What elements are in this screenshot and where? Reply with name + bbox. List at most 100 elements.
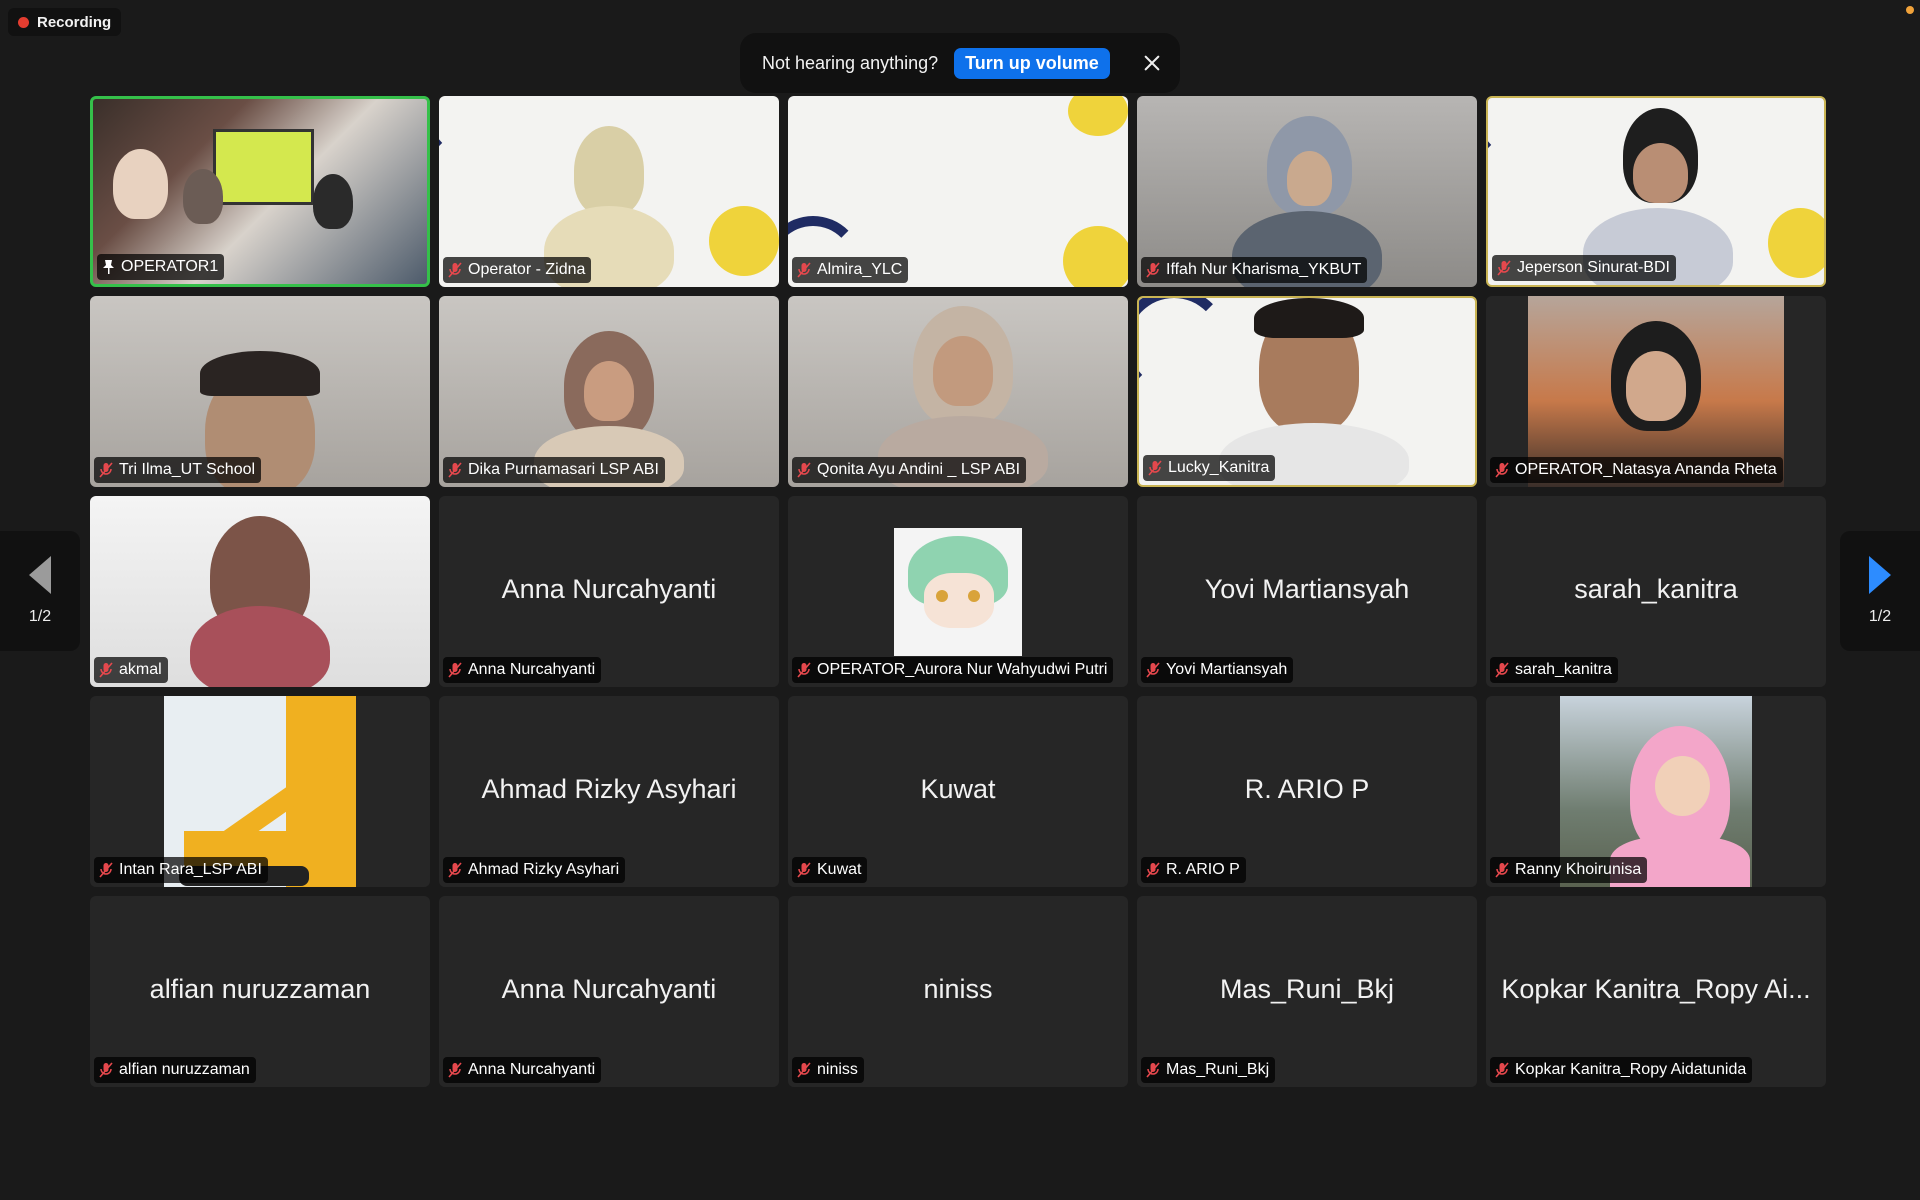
muted-mic-icon <box>99 862 113 878</box>
muted-mic-icon <box>448 462 462 478</box>
muted-mic-icon <box>797 1062 811 1078</box>
participant-display-name: Mas_Runi_Bkj <box>1219 974 1395 1004</box>
participant-nametag: Jeperson Sinurat-BDI <box>1492 255 1676 281</box>
participant-tile[interactable]: Dika Purnamasari LSP ABI <box>439 296 779 487</box>
muted-mic-icon <box>99 462 113 478</box>
muted-mic-icon <box>99 662 113 678</box>
participant-name: akmal <box>119 661 162 678</box>
participant-tile[interactable]: sarah_kanitra sarah_kanitra <box>1486 496 1826 687</box>
participant-tile[interactable]: R. ARIO P R. ARIO P <box>1137 696 1477 887</box>
participant-tile[interactable]: Yovi Martiansyah Yovi Martiansyah <box>1137 496 1477 687</box>
participant-nametag: Mas_Runi_Bkj <box>1141 1057 1276 1083</box>
muted-mic-icon <box>797 462 811 478</box>
participant-tile[interactable]: niniss niniss <box>788 896 1128 1087</box>
participant-nametag: niniss <box>792 1057 864 1083</box>
participant-tile[interactable]: Kuwat Kuwat <box>788 696 1128 887</box>
participant-name: Jeperson Sinurat-BDI <box>1517 259 1670 276</box>
participant-name: OPERATOR_Natasya Ananda Rheta <box>1515 461 1777 478</box>
participant-nametag: OPERATOR_Natasya Ananda Rheta <box>1490 457 1783 483</box>
participant-name: OPERATOR1 <box>121 258 219 275</box>
participant-nametag: Ahmad Rizky Asyhari <box>443 857 626 883</box>
participant-name: Yovi Martiansyah <box>1166 661 1288 678</box>
participant-tile[interactable]: OPERATOR1 <box>90 96 430 287</box>
participant-name: OPERATOR_Aurora Nur Wahyudwi Putri <box>817 661 1108 678</box>
participant-tile[interactable]: Iffah Nur Kharisma_YKBUT <box>1137 96 1477 287</box>
participant-tile[interactable]: Kopkar Kanitra_Ropy Ai... Kopkar Kanitra… <box>1486 896 1826 1087</box>
participant-name: Qonita Ayu Andini _ LSP ABI <box>817 461 1021 478</box>
participant-nametag: Iffah Nur Kharisma_YKBUT <box>1141 257 1368 283</box>
profile-picture <box>894 528 1022 656</box>
podcast-screen <box>213 129 314 205</box>
participant-name: alfian nuruzzaman <box>119 1061 250 1078</box>
background-decoration <box>1488 98 1578 168</box>
participant-tile[interactable]: Mas_Runi_Bkj Mas_Runi_Bkj <box>1137 896 1477 1087</box>
participant-name: R. ARIO P <box>1166 861 1240 878</box>
participant-tile[interactable]: Operator - Zidna <box>439 96 779 287</box>
participant-name: Almira_YLC <box>817 261 903 278</box>
participant-name: Operator - Zidna <box>468 261 586 278</box>
participant-video <box>933 336 993 406</box>
muted-mic-icon <box>448 662 462 678</box>
participant-nametag: Ranny Khoirunisa <box>1490 857 1648 883</box>
muted-mic-icon <box>1495 862 1509 878</box>
participant-nametag: alfian nuruzzaman <box>94 1057 256 1083</box>
next-page-button[interactable]: 1/2 <box>1840 531 1920 651</box>
participant-nametag: Dika Purnamasari LSP ABI <box>443 457 665 483</box>
participant-display-name: sarah_kanitra <box>1574 574 1738 604</box>
participant-display-name: Kopkar Kanitra_Ropy Ai... <box>1501 974 1811 1004</box>
participant-tile[interactable]: Jeperson Sinurat-BDI <box>1486 96 1826 287</box>
participant-tile[interactable]: Ranny Khoirunisa <box>1486 696 1826 887</box>
participant-tile[interactable]: Lucky_Kanitra <box>1137 296 1477 487</box>
participant-name: Ahmad Rizky Asyhari <box>468 861 620 878</box>
previous-page-button[interactable]: 1/2 <box>0 531 80 651</box>
participant-name: Dika Purnamasari LSP ABI <box>468 461 659 478</box>
muted-mic-icon <box>1146 262 1160 278</box>
recording-badge[interactable]: Recording <box>8 8 122 36</box>
participant-video <box>1626 351 1686 421</box>
participant-display-name: Anna Nurcahyanti <box>501 574 717 604</box>
background-decoration <box>439 96 529 166</box>
participant-nametag: Kopkar Kanitra_Ropy Aidatunida <box>1490 1057 1753 1083</box>
muted-mic-icon <box>797 662 811 678</box>
participant-nametag: OPERATOR_Aurora Nur Wahyudwi Putri <box>792 657 1114 683</box>
participant-tile[interactable]: Tri Ilma_UT School <box>90 296 430 487</box>
participant-nametag: akmal <box>94 657 168 683</box>
participant-tile[interactable]: Almira_YLC <box>788 96 1128 287</box>
participant-nametag: Kuwat <box>792 857 868 883</box>
participant-video <box>1633 143 1688 203</box>
page-indicator-right: 1/2 <box>1868 608 1892 625</box>
participant-tile[interactable]: Anna Nurcahyanti Anna Nurcahyanti <box>439 496 779 687</box>
participant-tile[interactable]: akmal <box>90 496 430 687</box>
participant-nametag: OPERATOR1 <box>97 254 225 280</box>
participant-name: Iffah Nur Kharisma_YKBUT <box>1166 261 1362 278</box>
participant-tile[interactable]: Anna Nurcahyanti Anna Nurcahyanti <box>439 896 779 1087</box>
participant-name: Kuwat <box>817 861 862 878</box>
pin-icon <box>103 260 114 274</box>
participant-video <box>574 126 644 216</box>
audio-notice: Not hearing anything? Turn up volume <box>740 33 1180 93</box>
muted-mic-icon <box>99 1062 113 1078</box>
participant-display-name: Yovi Martiansyah <box>1204 574 1410 604</box>
participant-display-name: Anna Nurcahyanti <box>501 974 717 1004</box>
turn-up-volume-button[interactable]: Turn up volume <box>954 47 1110 79</box>
participant-name: Kopkar Kanitra_Ropy Aidatunida <box>1515 1061 1747 1078</box>
close-icon[interactable] <box>1140 51 1164 75</box>
participant-name: sarah_kanitra <box>1515 661 1612 678</box>
recording-label: Recording <box>37 13 112 31</box>
participant-nametag: Qonita Ayu Andini _ LSP ABI <box>792 457 1027 483</box>
muted-mic-icon <box>797 862 811 878</box>
arrow-left-icon <box>29 556 51 594</box>
participant-tile[interactable]: Intan Rara_LSP ABI <box>90 696 430 887</box>
participant-video <box>1287 151 1332 206</box>
participant-tile[interactable]: Ahmad Rizky Asyhari Ahmad Rizky Asyhari <box>439 696 779 887</box>
muted-mic-icon <box>448 262 462 278</box>
participant-tile[interactable]: OPERATOR_Natasya Ananda Rheta <box>1486 296 1826 487</box>
participant-name: Ranny Khoirunisa <box>1515 861 1642 878</box>
background-decoration <box>1063 226 1128 287</box>
participant-tile[interactable]: Qonita Ayu Andini _ LSP ABI <box>788 296 1128 487</box>
background-decoration <box>1139 298 1229 398</box>
muted-mic-icon <box>1495 462 1509 478</box>
status-dot-icon <box>1906 6 1914 14</box>
participant-tile[interactable]: alfian nuruzzaman alfian nuruzzaman <box>90 896 430 1087</box>
participant-tile[interactable]: OPERATOR_Aurora Nur Wahyudwi Putri <box>788 496 1128 687</box>
